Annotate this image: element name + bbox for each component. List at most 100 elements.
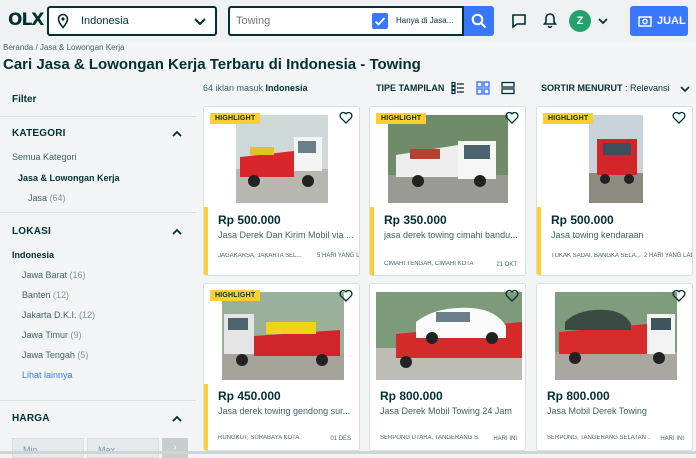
sort-value: : Relevansi (625, 83, 670, 93)
location-value: Indonesia (81, 15, 129, 27)
listing-image[interactable] (555, 292, 677, 380)
heart-icon[interactable] (672, 289, 686, 302)
location-item[interactable]: Jawa Tengah (5) (22, 350, 88, 360)
listing-image[interactable] (589, 115, 643, 203)
olx-logo[interactable]: OLX (8, 10, 44, 30)
price-apply-button[interactable]: › (162, 438, 188, 458)
location-see-more-link[interactable]: Lihat lainnya (22, 370, 73, 380)
category-all[interactable]: Semua Kategori (12, 152, 77, 162)
listing-title: Jasa Derek Mobil Towing 24 Jam (380, 406, 512, 416)
listing-image[interactable] (376, 292, 522, 380)
category-jasa-label: Jasa (28, 193, 48, 203)
highlight-accent (370, 207, 374, 275)
listing-title: Jasa towing kendaraan (551, 230, 644, 240)
heart-icon[interactable] (505, 111, 519, 124)
highlight-badge: HIGHLIGHT (210, 113, 261, 124)
location-item-count: (12) (53, 290, 70, 300)
page-title: Cari Jasa & Lowongan Kerja Terbaru di In… (3, 56, 421, 73)
filter-heading: Filter (12, 94, 37, 105)
breadcrumb[interactable]: Beranda / Jasa & Lowongan Kerja (3, 43, 124, 52)
chevron-up-icon[interactable] (172, 227, 182, 237)
bell-icon[interactable] (542, 12, 558, 29)
listing-image[interactable] (388, 115, 508, 203)
chevron-down-icon[interactable] (680, 84, 690, 94)
listing-card[interactable]: HIGHLIGHT Rp 450.000 Jasa derek towing g… (203, 283, 360, 451)
sell-label: JUAL (657, 15, 686, 27)
divider (0, 400, 196, 401)
listing-image[interactable] (222, 292, 344, 380)
location-item[interactable]: Banten (12) (22, 290, 69, 300)
category-jasa-count: (64) (49, 193, 66, 203)
listing-date: HARI INI (660, 436, 684, 442)
heart-icon[interactable] (339, 111, 353, 124)
category-jasa[interactable]: Jasa (64) (28, 193, 66, 203)
highlight-accent (204, 207, 208, 275)
search-input[interactable] (236, 13, 366, 29)
location-selected[interactable]: Indonesia (12, 250, 54, 260)
gallery-view-icon[interactable] (501, 81, 515, 95)
listing-date: 2 HARI YANG LALU (644, 253, 693, 259)
listing-price: Rp 500.000 (218, 213, 281, 227)
heart-icon[interactable] (339, 289, 353, 302)
location-item[interactable]: Jawa Barat (16) (22, 270, 86, 280)
listing-date: 21 OKT (496, 262, 517, 268)
sort-select[interactable]: SORTIR MENURUT : Relevansi (541, 83, 670, 93)
heart-icon[interactable] (672, 111, 686, 124)
sell-button[interactable]: JUAL (630, 6, 688, 36)
checkbox-label: Hanya di Jasa... (396, 16, 454, 25)
heart-icon[interactable] (505, 289, 519, 302)
location-item-count: (9) (70, 330, 82, 340)
location-item-label: Jakarta D.K.I. (22, 310, 77, 320)
filter-sidebar: Filter KATEGORI Semua Kategori Jasa & Lo… (0, 82, 196, 458)
location-item-label: Jawa Timur (22, 330, 69, 340)
search-button[interactable] (464, 6, 494, 36)
chevron-down-icon (194, 18, 206, 26)
results-count-location: Indonesia (265, 83, 308, 93)
price-max-input[interactable]: Max (87, 438, 159, 458)
listing-date: 01 DES (330, 436, 351, 442)
location-item[interactable]: Jawa Timur (9) (22, 330, 82, 340)
listing-date: 5 HARI YANG LALU (317, 253, 360, 259)
results-count-text: 64 iklan masuk (203, 83, 264, 93)
avatar[interactable]: Z (569, 10, 591, 32)
kategori-heading: KATEGORI (12, 128, 66, 139)
listing-title: Jasa derek towing gendong sur... (218, 406, 351, 416)
divider (0, 116, 196, 117)
location-select[interactable]: Indonesia (47, 6, 217, 36)
listing-location: CIMAHI TENGAH, CIMAHI KOTA (384, 261, 474, 267)
listing-location: RUNGKUT, SURABAYA KOTA (218, 435, 300, 441)
chevron-up-icon[interactable] (172, 414, 182, 424)
price-min-input[interactable]: Min (12, 438, 84, 458)
location-item-label: Jawa Barat (22, 270, 68, 280)
map-pin-icon (57, 13, 69, 29)
listing-location: SERPONG UTARA, TANGERANG S... (380, 435, 480, 441)
grid-view-icon[interactable] (476, 81, 490, 95)
lokasi-heading: LOKASI (12, 226, 51, 237)
listing-card[interactable]: Rp 800.000 Jasa Derek Mobil Towing 24 Ja… (369, 283, 526, 451)
listing-title: jasa derek towing cimahi bandu... (384, 230, 518, 240)
listing-location: JAGAKARSA, JAKARTA SEL... (218, 253, 302, 259)
location-item-label: Banten (22, 290, 51, 300)
listing-card[interactable]: Rp 800.000 Jasa Mobil Derek Towing SERPO… (536, 283, 693, 451)
highlight-accent (204, 384, 208, 450)
chevron-up-icon[interactable] (172, 129, 182, 139)
category-selected[interactable]: Jasa & Lowongan Kerja (18, 173, 120, 183)
list-view-icon[interactable] (451, 81, 465, 95)
listing-card[interactable]: HIGHLIGHT Rp 500.000 Jasa towing kendara… (536, 106, 693, 276)
chat-icon[interactable] (511, 13, 527, 29)
highlight-badge: HIGHLIGHT (543, 113, 594, 124)
listing-price: Rp 500.000 (551, 213, 614, 227)
category-only-checkbox[interactable] (372, 13, 388, 29)
listing-title: Jasa Derek Dan Kirim Mobil via ... (218, 230, 354, 240)
location-item-count: (5) (77, 350, 89, 360)
listing-card[interactable]: HIGHLIGHT Rp 350.000 jasa derek towing c… (369, 106, 526, 276)
sort-label: SORTIR MENURUT (541, 83, 623, 93)
listing-image[interactable] (236, 115, 328, 203)
chevron-down-icon[interactable] (597, 15, 609, 27)
location-item[interactable]: Jakarta D.K.I. (12) (22, 310, 95, 320)
search-icon (471, 13, 487, 29)
highlight-badge: HIGHLIGHT (376, 113, 427, 124)
listing-price: Rp 800.000 (380, 389, 443, 403)
check-icon (374, 17, 386, 26)
listing-card[interactable]: HIGHLIGHT Rp 500.000 Jasa Derek Dan Kiri… (203, 106, 360, 276)
